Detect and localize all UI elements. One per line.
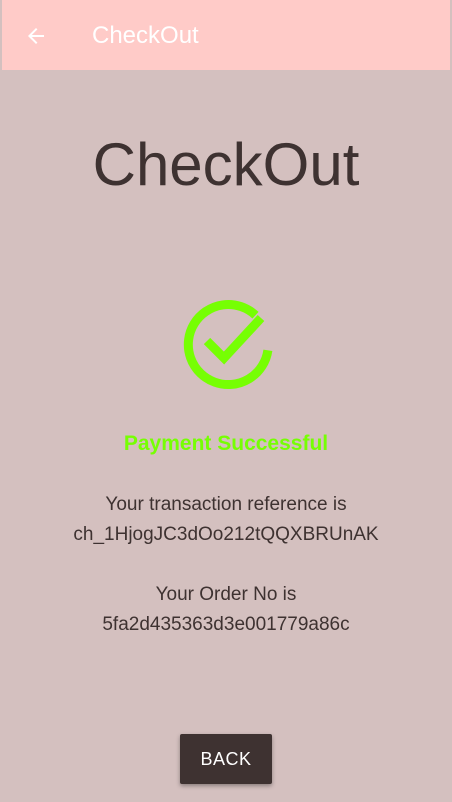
transaction-reference-value: ch_1HjogJC3dOo212tQQXBRUnAK [73,524,379,545]
order-number-value: 5fa2d435363d3e001779a86c [102,614,350,635]
transaction-reference-label: Your transaction reference is [105,494,347,515]
page-title: CheckOut [92,131,360,198]
order-number-label: Your Order No is [155,584,297,605]
checkout-screen: CheckOut CheckOut Payment Successful You… [2,0,450,800]
arrow-left-icon[interactable] [24,24,48,48]
check-circle-icon [183,300,273,390]
back-button[interactable]: BACK [180,734,272,784]
app-bar-title: CheckOut [92,22,199,49]
app-bar: CheckOut [2,0,450,70]
payment-status-text: Payment Successful [123,432,329,455]
